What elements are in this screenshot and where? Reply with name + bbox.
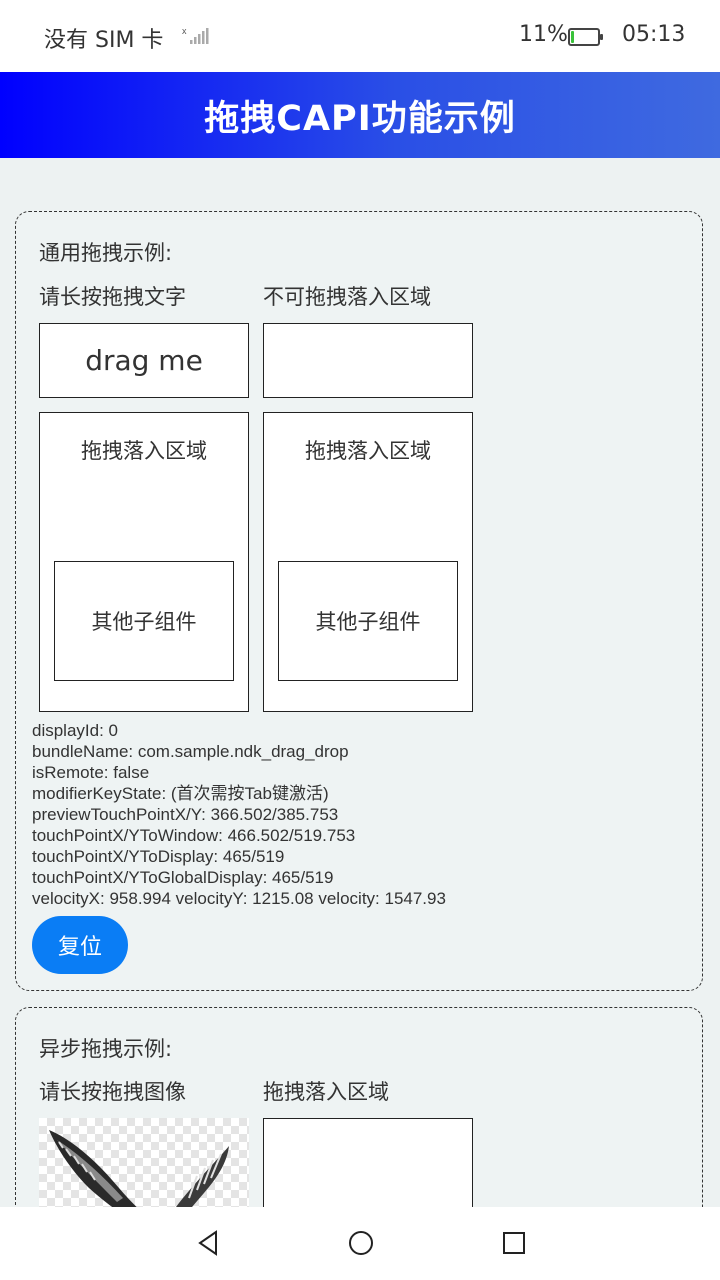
info-bundle-name: bundleName: com.sample.ndk_drag_drop: [32, 742, 349, 761]
drop-zone-right-label: 拖拽落入区域: [305, 439, 431, 463]
general-drag-heading: 通用拖拽示例:: [39, 241, 173, 265]
info-touch-point-display: touchPointX/YToDisplay: 465/519: [32, 847, 285, 866]
back-triangle-icon[interactable]: [196, 1229, 220, 1261]
child-component-right-label: 其他子组件: [315, 610, 421, 634]
info-touch-point-global-display: touchPointX/YToGlobalDisplay: 465/519: [32, 868, 334, 887]
title-bar: 拖拽CAPI功能示例: [0, 72, 720, 158]
recents-square-icon[interactable]: [501, 1229, 527, 1261]
carrier-text: 没有 SIM 卡: [44, 28, 164, 53]
no-drop-label: 不可拖拽落入区域: [263, 285, 431, 309]
drag-info-panel: displayId: 0 bundleName: com.sample.ndk_…: [32, 720, 446, 909]
clock: 05:13: [622, 22, 686, 47]
drag-text: drag me: [85, 344, 203, 377]
drag-image-label: 请长按拖拽图像: [39, 1080, 186, 1104]
general-drag-card: 通用拖拽示例: 请长按拖拽文字 不可拖拽落入区域 drag me 拖拽落入区域 …: [15, 211, 703, 991]
drag-text-box[interactable]: drag me: [39, 323, 249, 398]
drop-zone-right[interactable]: 拖拽落入区域 其他子组件: [263, 412, 473, 712]
battery-percent: 11%: [519, 22, 568, 47]
drag-text-label: 请长按拖拽文字: [39, 285, 186, 309]
navigation-bar: [0, 1207, 720, 1280]
home-circle-icon[interactable]: [347, 1229, 375, 1261]
info-is-remote: isRemote: false: [32, 763, 150, 782]
child-component-left: 其他子组件: [54, 561, 234, 681]
async-drag-heading: 异步拖拽示例:: [39, 1037, 173, 1061]
info-modifier-key-state: modifierKeyState: (首次需按Tab键激活): [32, 784, 329, 803]
async-drop-label: 拖拽落入区域: [263, 1080, 389, 1104]
child-component-left-label: 其他子组件: [91, 610, 197, 634]
child-component-right: 其他子组件: [278, 561, 458, 681]
page-title: 拖拽CAPI功能示例: [204, 98, 516, 139]
reset-button[interactable]: 复位: [32, 916, 128, 974]
info-preview-touch-point: previewTouchPointX/Y: 366.502/385.753: [32, 805, 339, 824]
drop-zone-left-label: 拖拽落入区域: [81, 439, 207, 463]
no-drop-area: [263, 323, 473, 398]
svg-text:x: x: [182, 26, 187, 36]
status-bar: 没有 SIM 卡 x 11% 05:13: [0, 0, 720, 72]
battery-icon: [568, 28, 603, 46]
info-velocity: velocityX: 958.994 velocityY: 1215.08 ve…: [32, 889, 446, 908]
info-display-id: displayId: 0: [32, 721, 118, 740]
info-touch-point-window: touchPointX/YToWindow: 466.502/519.753: [32, 826, 356, 845]
drop-zone-left[interactable]: 拖拽落入区域 其他子组件: [39, 412, 249, 712]
signal-icon: x: [182, 26, 210, 50]
